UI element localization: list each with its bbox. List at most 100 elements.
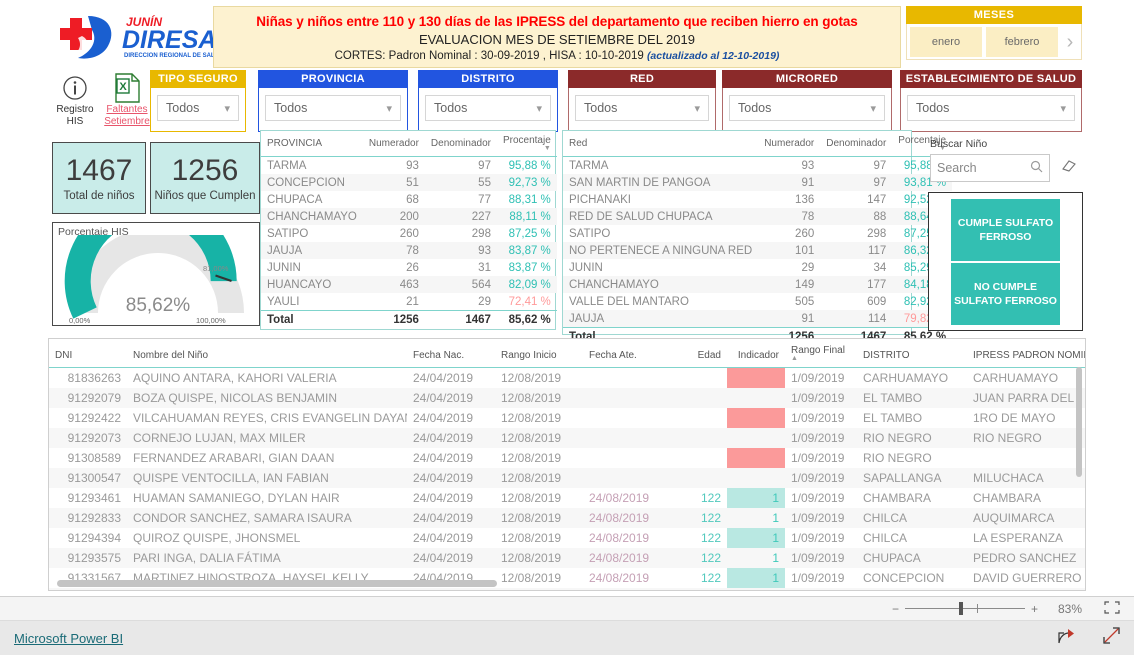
table-row[interactable]: JUNIN 29 34 85,29 % <box>563 259 952 276</box>
cell-nombre: FERNANDEZ ARABARI, GIAN DAAN <box>133 451 335 465</box>
table-row[interactable]: TARMA 93 97 95,88 % <box>563 157 952 175</box>
col-rango-inicio[interactable]: Rango Inicio <box>495 339 583 368</box>
col-provincia[interactable]: PROVINCIA <box>261 131 363 157</box>
vertical-scrollbar[interactable] <box>1076 367 1082 477</box>
col-dni[interactable]: DNI <box>49 339 127 368</box>
table-row[interactable]: NO PERTENECE A NINGUNA RED 101 117 86,32 % <box>563 242 953 259</box>
table-row[interactable]: 81836263 AQUINO ANTARA, KAHORI VALERIA 24/… <box>49 367 1085 388</box>
slicer-microred-body: Todos ▾ <box>722 88 892 132</box>
table-row[interactable]: 91294770FERNANDEZ QUISPE, FABRIZIO PIERO… <box>49 588 1085 590</box>
table-red[interactable]: Red Numerador Denominador Porcentaje ▼ TA… <box>562 130 953 346</box>
dropdown-microred[interactable]: Todos ▾ <box>729 95 885 121</box>
cell-rango-inicio: 12/08/2019 <box>495 428 583 448</box>
cell-rango-final: 1/09/2019 <box>791 411 845 425</box>
table-row[interactable]: TARMA 93 97 95,88 % <box>261 157 557 175</box>
slicer-microred[interactable]: MICRORED Todos ▾ <box>722 70 892 132</box>
col-denominador[interactable]: Denominador <box>424 131 497 157</box>
col-fecha-nac[interactable]: Fecha Nac. <box>407 339 495 368</box>
faltantes-setiembre-link[interactable]: X Faltantes Setiembre <box>104 72 150 140</box>
col-rango-final[interactable]: Rango Final ▲ <box>785 339 857 368</box>
fullscreen-icon[interactable] <box>1103 627 1120 649</box>
table-row[interactable]: RED DE SALUD CHUPACA 78 88 88,64 % <box>563 208 953 225</box>
legend-no-cumple-sulfato-ferroso[interactable]: NO CUMPLE SULFATO FERROSO <box>951 263 1060 325</box>
table-row[interactable]: JAUJA 78 93 83,87 % <box>261 242 557 259</box>
col-edad[interactable]: Edad <box>679 339 727 368</box>
table-row[interactable]: 91292079 BOZA QUISPE, NICOLAS BENJAMIN 24/… <box>49 388 1085 408</box>
cell-edad <box>679 468 727 488</box>
slicer-establecimiento[interactable]: ESTABLECIMIENTO DE SALUD Todos ▾ <box>900 70 1082 132</box>
cell-fecha-ate <box>583 428 679 448</box>
table-row[interactable]: CONCEPCION 51 55 92,73 % <box>261 174 557 191</box>
slicer-tipo-seguro[interactable]: TIPO SEGURO Todos ▾ <box>150 70 246 132</box>
table-row[interactable]: PICHANAKI 136 147 92,52 % <box>563 191 952 208</box>
registro-his-link[interactable]: Registro HIS <box>52 72 98 140</box>
table-row[interactable]: CHANCHAMAYO 200 227 88,11 % <box>261 208 557 225</box>
dropdown-tipo-seguro[interactable]: Todos ▾ <box>157 95 239 121</box>
dropdown-red[interactable]: Todos ▾ <box>575 95 709 121</box>
dropdown-establecimiento[interactable]: Todos ▾ <box>907 95 1075 121</box>
col-numerador[interactable]: Numerador <box>362 131 425 157</box>
cell-distrito: RIO NEGRO <box>857 428 967 448</box>
table-row[interactable]: JUNIN 26 31 83,87 % <box>261 259 557 276</box>
chevron-right-icon[interactable]: › <box>1060 27 1080 57</box>
kpi-ninos-cumplen-value: 1256 <box>171 154 239 187</box>
table-row[interactable]: CHUPACA 68 77 88,31 % <box>261 191 557 208</box>
col-red-numerador[interactable]: Numerador <box>758 131 821 157</box>
eraser-icon[interactable] <box>1060 159 1076 177</box>
cell-denominador: 147 <box>867 193 887 206</box>
cell-rango-final: 1/09/2019 <box>791 571 845 585</box>
table-row[interactable]: 91294394 QUIROZ QUISPE, JHONSMEL 24/04/201… <box>49 528 1085 548</box>
cell-rango-inicio: 12/08/2019 <box>501 531 562 545</box>
share-icon[interactable] <box>1058 627 1075 649</box>
table-row[interactable]: YAULI 21 29 72,41 % <box>261 293 557 311</box>
table-row[interactable]: 91292422 VILCAHUAMAN REYES, CRIS EVANGELI… <box>49 408 1085 428</box>
col-red-denominador[interactable]: Denominador <box>820 131 893 157</box>
minus-icon[interactable]: − <box>892 602 899 616</box>
col-fecha-ate[interactable]: Fecha Ate. <box>583 339 679 368</box>
cell-rango-final: 1/09/2019 <box>791 491 845 505</box>
plus-icon[interactable]: + <box>1031 602 1038 616</box>
col-nombre[interactable]: Nombre del Niño <box>127 339 407 368</box>
table-row[interactable]: HUANCAYO 463 564 82,09 % <box>261 276 557 293</box>
slicer-meses[interactable]: MESES enero febrero › <box>906 6 1082 60</box>
cell-denominador: 564 <box>424 276 497 293</box>
table-row[interactable]: CHANCHAMAYO 149 177 84,18 % <box>563 276 953 293</box>
table-provincia[interactable]: PROVINCIA Numerador Denominador Procenta… <box>260 130 557 330</box>
col-indicador[interactable]: Indicador <box>727 339 785 368</box>
table-row[interactable]: SATIPO 260 298 87,25 % <box>563 225 952 242</box>
dropdown-distrito[interactable]: Todos ▾ <box>425 95 551 121</box>
table-row[interactable]: SATIPO 260 298 87,25 % <box>261 225 557 242</box>
legend-cumple-sulfato-ferroso[interactable]: CUMPLE SULFATO FERROSO <box>951 199 1060 261</box>
powerbi-brand-link[interactable]: Microsoft Power BI <box>14 631 123 646</box>
slicer-red[interactable]: RED Todos ▾ <box>568 70 716 132</box>
col-red[interactable]: Red <box>563 131 759 157</box>
zoom-slider-thumb[interactable] <box>958 602 963 615</box>
col-ipress[interactable]: IPRESS PADRON NOMII <box>967 339 1085 368</box>
zoom-slider[interactable] <box>904 602 1025 615</box>
mes-chip-enero[interactable]: enero <box>910 26 982 57</box>
magnifier-icon[interactable] <box>1030 160 1043 176</box>
col-distrito[interactable]: DISTRITO <box>857 339 967 368</box>
slicer-provincia[interactable]: PROVINCIA Todos ▾ <box>258 70 408 132</box>
col-procentaje[interactable]: Procentaje ▼ <box>496 131 557 157</box>
table-row[interactable]: 91300547 QUISPE VENTOCILLA, IAN FABIAN 24/… <box>49 468 1085 488</box>
table-detalle-ninos[interactable]: DNI Nombre del Niño Fecha Nac. Rango Ini… <box>48 338 1086 591</box>
search-input[interactable]: Search <box>930 154 1050 182</box>
mes-chip-febrero[interactable]: febrero <box>986 26 1058 57</box>
table-row[interactable]: 91292833 CONDOR SANCHEZ, SAMARA ISAURA 24/… <box>49 508 1085 528</box>
cell-ipress: LA ESPERANZA <box>973 531 1064 545</box>
table-row[interactable]: VALLE DEL MANTARO 505 609 82,92 % <box>563 293 952 310</box>
table-row[interactable]: 91308589 FERNANDEZ ARABARI, GIAN DAAN 24/0… <box>49 448 1085 468</box>
table-total-row: Total 1256 1467 85,62 % <box>261 310 557 329</box>
cell-numerador: 78 <box>758 208 821 225</box>
dropdown-provincia[interactable]: Todos ▾ <box>265 95 401 121</box>
table-row[interactable]: SAN MARTIN DE PANGOA 91 97 93,81 % <box>563 174 953 191</box>
cell-ipress: RIO NEGRO <box>967 428 1085 448</box>
horizontal-scrollbar[interactable] <box>57 580 497 587</box>
table-row[interactable]: JAUJA 91 114 79,82 % <box>563 310 953 328</box>
fit-to-page-icon[interactable] <box>1104 600 1120 617</box>
slicer-distrito[interactable]: DISTRITO Todos ▾ <box>418 70 558 132</box>
table-row[interactable]: 91293575 PARI INGA, DALIA FÁTIMA 24/04/201… <box>49 548 1085 568</box>
table-row[interactable]: 91292073 CORNEJO LUJAN, MAX MILER 24/04/20… <box>49 428 1085 448</box>
table-row[interactable]: 91293461 HUAMAN SAMANIEGO, DYLAN HAIR 24/0… <box>49 488 1085 508</box>
